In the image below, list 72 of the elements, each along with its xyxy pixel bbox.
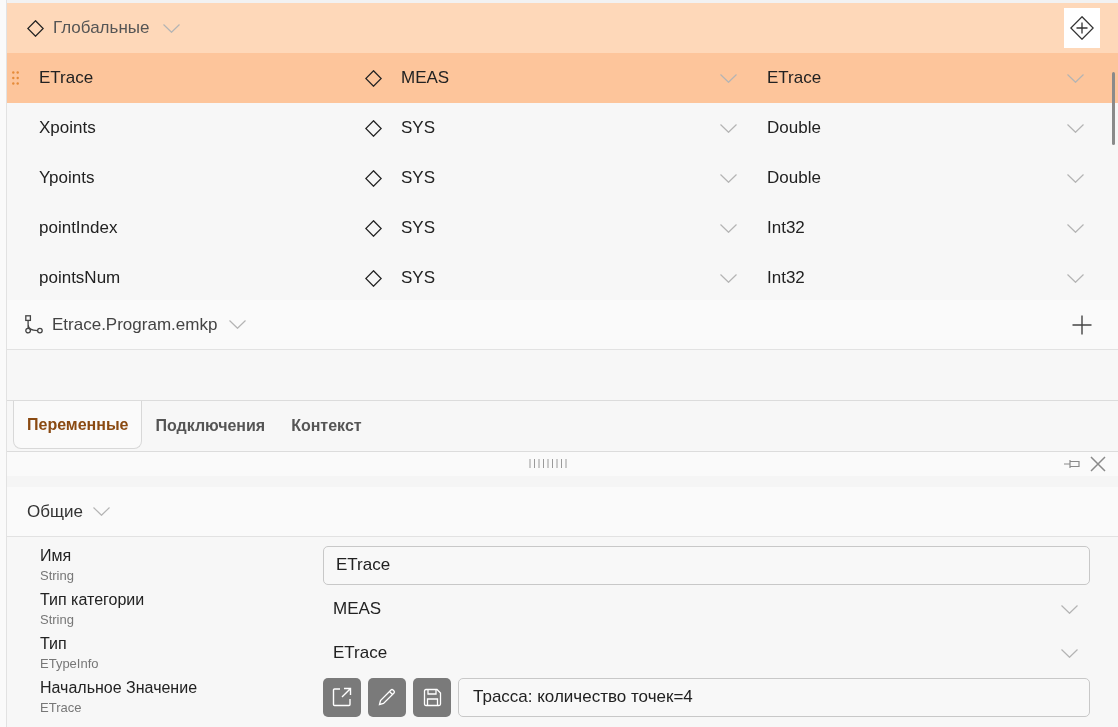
- diamond-icon: [365, 169, 382, 187]
- type-value: Double: [767, 117, 822, 140]
- value-field[interactable]: Трасса: количество точек=4: [458, 677, 1090, 717]
- category-value: SYS: [401, 167, 437, 190]
- type-value: Double: [767, 167, 822, 190]
- diamond-icon: [365, 119, 382, 137]
- drag-handle-icon[interactable]: [12, 71, 19, 85]
- diamond-icon: [365, 269, 382, 287]
- property-type: ETypeInfo: [40, 654, 100, 673]
- category-value: SYS: [401, 267, 437, 290]
- variable-name: pointIndex: [39, 217, 119, 240]
- tab[interactable]: Переменные: [13, 401, 143, 449]
- property-label: Имя: [40, 545, 73, 566]
- chevron-down-icon[interactable]: [229, 320, 247, 329]
- chevron-down-icon[interactable]: [720, 173, 737, 183]
- chevron-down-icon: [1061, 604, 1078, 614]
- text-field[interactable]: ETrace: [323, 545, 1090, 585]
- add-button[interactable]: [1064, 8, 1100, 48]
- dropdown[interactable]: MEAS: [323, 589, 1090, 629]
- dropdown-value: MEAS: [333, 598, 383, 621]
- chevron-down-icon[interactable]: [1067, 123, 1084, 133]
- edit-button[interactable]: [368, 677, 406, 717]
- chevron-down-icon[interactable]: [163, 23, 181, 33]
- dropdown[interactable]: ETrace: [323, 633, 1090, 673]
- branch-icon: [25, 315, 43, 334]
- type-value: Int32: [767, 217, 806, 240]
- chevron-down-icon: [1061, 648, 1078, 658]
- variable-name: pointsNum: [39, 267, 122, 290]
- chevron-down-icon[interactable]: [92, 507, 110, 516]
- chevron-down-icon[interactable]: [1067, 273, 1084, 283]
- variable-name: Xpoints: [39, 117, 97, 140]
- type-value: Int32: [767, 267, 806, 290]
- variable-name: ETrace: [39, 67, 95, 90]
- property-label: Тип категории: [40, 589, 146, 610]
- category-value: SYS: [401, 117, 437, 140]
- chevron-down-icon[interactable]: [720, 73, 737, 83]
- section-title: Общие: [27, 500, 83, 523]
- tab[interactable]: Контекст: [278, 401, 375, 451]
- tab[interactable]: Подключения: [142, 401, 279, 451]
- diamond-plus-icon: [1070, 16, 1094, 40]
- category-value: SYS: [401, 217, 437, 240]
- property-type: ETrace: [40, 698, 83, 717]
- save-button[interactable]: [413, 677, 451, 717]
- close-icon[interactable]: [1090, 456, 1106, 472]
- property-type: String: [40, 566, 75, 585]
- scrollbar-thumb[interactable]: [1112, 72, 1115, 145]
- diamond-icon: [365, 219, 382, 237]
- pencil-icon: [378, 688, 396, 706]
- property-label: Начальное Значение: [40, 677, 199, 698]
- external-link-icon: [332, 687, 352, 707]
- chevron-down-icon[interactable]: [1067, 173, 1084, 183]
- property-label: Тип: [40, 633, 68, 654]
- property-type: String: [40, 610, 75, 629]
- chevron-down-icon[interactable]: [720, 273, 737, 283]
- grip-icon[interactable]: [529, 459, 569, 468]
- variable-row[interactable]: ETrace MEAS ETrace: [7, 53, 1118, 103]
- pin-icon[interactable]: [1064, 459, 1080, 469]
- group-title: Etrace.Program.emkp: [52, 313, 218, 336]
- diamond-icon: [27, 19, 44, 37]
- type-value: ETrace: [767, 67, 823, 90]
- group-title: Глобальные: [53, 17, 150, 40]
- open-external-button[interactable]: [323, 677, 361, 717]
- dropdown-value: ETrace: [333, 642, 389, 665]
- chevron-down-icon[interactable]: [720, 123, 737, 133]
- variable-name: Ypoints: [39, 167, 96, 190]
- save-icon: [422, 687, 442, 707]
- category-value: MEAS: [401, 67, 451, 90]
- chevron-down-icon[interactable]: [720, 223, 737, 233]
- plus-icon: [1072, 314, 1092, 335]
- chevron-down-icon[interactable]: [1067, 73, 1084, 83]
- chevron-down-icon[interactable]: [1067, 223, 1084, 233]
- diamond-icon: [365, 69, 382, 87]
